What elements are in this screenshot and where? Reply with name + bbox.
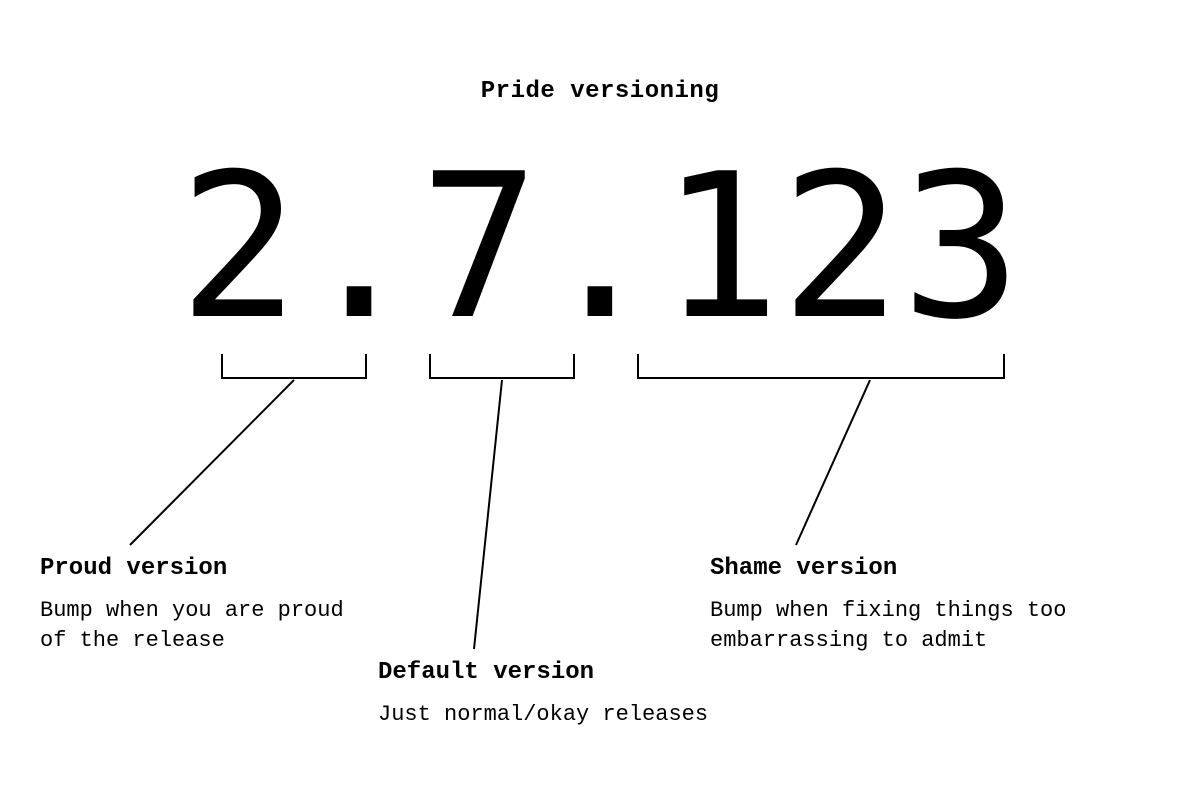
label-default: Default version Just normal/okay release…: [378, 656, 718, 730]
label-default-heading: Default version: [378, 656, 718, 690]
leader-default-icon: [474, 380, 502, 649]
label-proud: Proud version Bump when you are proud of…: [40, 552, 380, 657]
label-proud-heading: Proud version: [40, 552, 380, 586]
diagram-title: Pride versioning: [0, 78, 1200, 105]
version-number: 2.7.123: [0, 148, 1200, 348]
leader-proud-icon: [130, 380, 294, 545]
label-shame: Shame version Bump when fixing things to…: [710, 552, 1110, 657]
label-proud-body: Bump when you are proud of the release: [40, 598, 344, 654]
label-shame-heading: Shame version: [710, 552, 1110, 586]
label-shame-body: Bump when fixing things too embarrassing…: [710, 598, 1066, 654]
diagram-root: Pride versioning 2.7.123 Proud version B…: [0, 0, 1200, 810]
leader-shame-icon: [796, 380, 870, 545]
label-default-body: Just normal/okay releases: [378, 702, 708, 727]
